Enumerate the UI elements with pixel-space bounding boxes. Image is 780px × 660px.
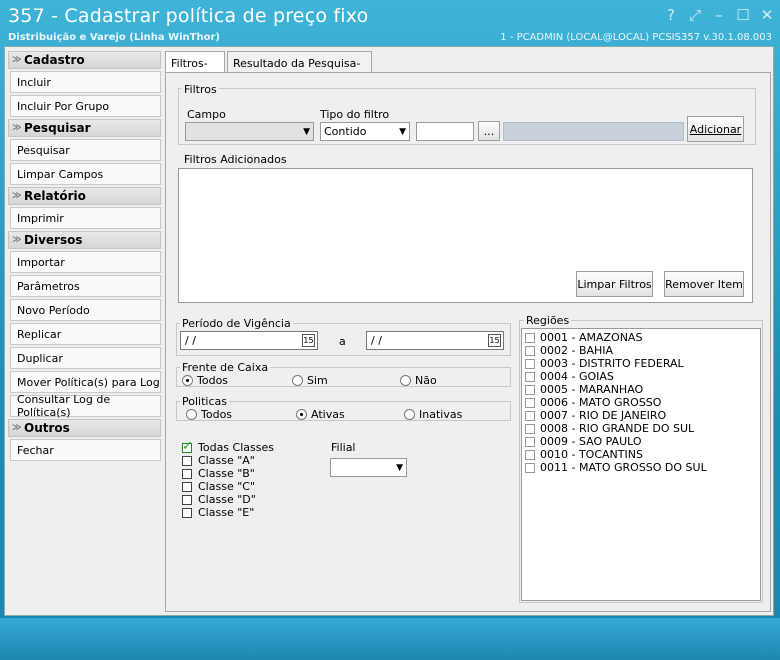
sidebar-section-outros[interactable]: ≫ Outros xyxy=(8,419,161,437)
app-window: 357 - Cadastrar política de preço fixo D… xyxy=(0,0,780,660)
classe-a-checkbox[interactable]: Classe "A" xyxy=(182,454,255,467)
campo-select[interactable]: ▼ xyxy=(185,122,314,141)
list-item[interactable]: 0009 - SAO PAULO xyxy=(522,435,760,448)
adicionar-button[interactable]: Adicionar xyxy=(687,116,744,142)
filtros-adicionados-legend: Filtros Adicionados xyxy=(182,153,289,166)
sidebar-section-diversos[interactable]: ≫ Diversos xyxy=(8,231,161,249)
tipo-filtro-label: Tipo do filtro xyxy=(318,108,392,121)
list-item[interactable]: 0003 - DISTRITO FEDERAL xyxy=(522,357,760,370)
list-item[interactable]: 0004 - GOIAS xyxy=(522,370,760,383)
chevron-down-icon: ▼ xyxy=(396,463,403,473)
incluir-por-grupo-button[interactable]: Incluir Por Grupo xyxy=(10,95,161,117)
sidebar-section-pesquisar[interactable]: ≫ Pesquisar xyxy=(8,119,161,137)
frente-caixa-sim-radio[interactable]: Sim xyxy=(292,374,328,387)
limpar-campos-button[interactable]: Limpar Campos xyxy=(10,163,161,185)
duplicar-button[interactable]: Duplicar xyxy=(10,347,161,369)
tab-filtros[interactable]: Filtros-F5 xyxy=(165,51,225,83)
imprimir-button[interactable]: Imprimir xyxy=(10,207,161,229)
classe-e-checkbox[interactable]: Classe "E" xyxy=(182,506,254,519)
remover-item-button[interactable]: Remover Item xyxy=(664,271,744,297)
novo-periodo-button[interactable]: Novo Período xyxy=(10,299,161,321)
filter-description-field xyxy=(503,122,684,141)
client-area: ≫ Cadastro Incluir Incluir Por Grupo ≫ Pes… xyxy=(4,46,774,616)
maximize-icon[interactable]: ☐ xyxy=(736,6,750,24)
politicas-ativas-radio[interactable]: Ativas xyxy=(296,408,345,421)
collapse-chevron-icon: ≫ xyxy=(12,191,22,201)
session-info: 1 - PCADMIN (LOCAL@LOCAL) PCSIS357 v.30.… xyxy=(500,32,772,43)
collapse-chevron-icon: ≫ xyxy=(12,235,22,245)
list-item[interactable]: 0002 - BAHIA xyxy=(522,344,760,357)
chevron-down-icon: ▼ xyxy=(399,127,406,137)
list-item[interactable]: 0006 - MATO GROSSO xyxy=(522,396,760,409)
campo-label: Campo xyxy=(185,108,228,121)
restore-layout-icon[interactable]: ⤢ xyxy=(688,6,702,24)
start-date-input[interactable]: / /15 xyxy=(180,331,318,350)
classe-c-checkbox[interactable]: Classe "C" xyxy=(182,480,255,493)
title-bar: 357 - Cadastrar política de preço fixo D… xyxy=(0,0,780,46)
tab-resultado-pesquisa[interactable]: Resultado da Pesquisa-F6 xyxy=(227,51,372,83)
periodo-vigencia-legend: Período de Vigência xyxy=(180,317,293,330)
frente-caixa-todos-radio[interactable]: Todos xyxy=(182,374,228,387)
frente-caixa-nao-radio[interactable]: Não xyxy=(400,374,437,387)
list-item[interactable]: 0007 - RIO DE JANEIRO xyxy=(522,409,760,422)
politicas-legend: Politicas xyxy=(180,395,229,408)
limpar-filtros-button[interactable]: Limpar Filtros xyxy=(576,271,653,297)
collapse-chevron-icon: ≫ xyxy=(12,423,22,433)
regioes-legend: Regiões xyxy=(524,314,572,327)
sidebar: ≫ Cadastro Incluir Incluir Por Grupo ≫ Pes… xyxy=(8,49,161,612)
incluir-button[interactable]: Incluir xyxy=(10,71,161,93)
list-item[interactable]: 0001 - AMAZONAS xyxy=(522,331,760,344)
replicar-button[interactable]: Replicar xyxy=(10,323,161,345)
window-controls: ? ⤢ – ☐ ✕ xyxy=(664,6,774,24)
filters-panel: Filtros Campo ▼ Tipo do filtro Contido ▼ … xyxy=(165,72,771,612)
window-title: 357 - Cadastrar política de preço fixo xyxy=(8,5,369,27)
calendar-icon[interactable]: 15 xyxy=(488,334,501,347)
fechar-button[interactable]: Fechar xyxy=(10,439,161,461)
politicas-inativas-radio[interactable]: Inativas xyxy=(404,408,462,421)
sidebar-section-cadastro[interactable]: ≫ Cadastro xyxy=(8,51,161,69)
window-subtitle: Distribuição e Varejo (Linha WinThor) xyxy=(8,32,220,43)
mover-politicas-log-button[interactable]: Mover Política(s) para Log xyxy=(10,371,161,393)
list-item[interactable]: 0008 - RIO GRANDE DO SUL xyxy=(522,422,760,435)
chevron-down-icon: ▼ xyxy=(303,127,310,137)
filter-value-input[interactable] xyxy=(416,122,474,141)
classe-d-checkbox[interactable]: Classe "D" xyxy=(182,493,256,506)
todas-classes-checkbox[interactable]: Todas Classes xyxy=(182,439,274,454)
consultar-log-button[interactable]: Consultar Log de Política(s) xyxy=(10,393,161,419)
importar-button[interactable]: Importar xyxy=(10,251,161,273)
filtros-legend: Filtros xyxy=(182,83,219,96)
calendar-icon[interactable]: 15 xyxy=(302,334,315,347)
close-icon[interactable]: ✕ xyxy=(760,6,774,24)
tipo-filtro-select[interactable]: Contido ▼ xyxy=(320,122,410,141)
regioes-list[interactable]: 0001 - AMAZONAS 0002 - BAHIA 0003 - DIST… xyxy=(521,328,761,601)
help-icon[interactable]: ? xyxy=(664,6,678,24)
parametros-button[interactable]: Parâmetros xyxy=(10,275,161,297)
browse-button[interactable]: ... xyxy=(478,121,500,141)
filial-select[interactable]: ▼ xyxy=(330,458,407,477)
date-separator: a xyxy=(337,335,348,348)
end-date-input[interactable]: / /15 xyxy=(366,331,504,350)
list-item[interactable]: 0005 - MARANHAO xyxy=(522,383,760,396)
politicas-todos-radio[interactable]: Todos xyxy=(186,408,232,421)
collapse-chevron-icon: ≫ xyxy=(12,55,22,65)
pesquisar-button[interactable]: Pesquisar xyxy=(10,139,161,161)
sidebar-section-relatorio[interactable]: ≫ Relatório xyxy=(8,187,161,205)
filial-label: Filial xyxy=(329,441,358,454)
list-item[interactable]: 0010 - TOCANTINS xyxy=(522,448,760,461)
collapse-chevron-icon: ≫ xyxy=(12,123,22,133)
frente-caixa-legend: Frente de Caixa xyxy=(180,361,271,374)
minimize-icon[interactable]: – xyxy=(712,6,726,24)
bottom-strip xyxy=(0,618,780,660)
list-item[interactable]: 0011 - MATO GROSSO DO SUL xyxy=(522,461,760,474)
classe-b-checkbox[interactable]: Classe "B" xyxy=(182,467,255,480)
